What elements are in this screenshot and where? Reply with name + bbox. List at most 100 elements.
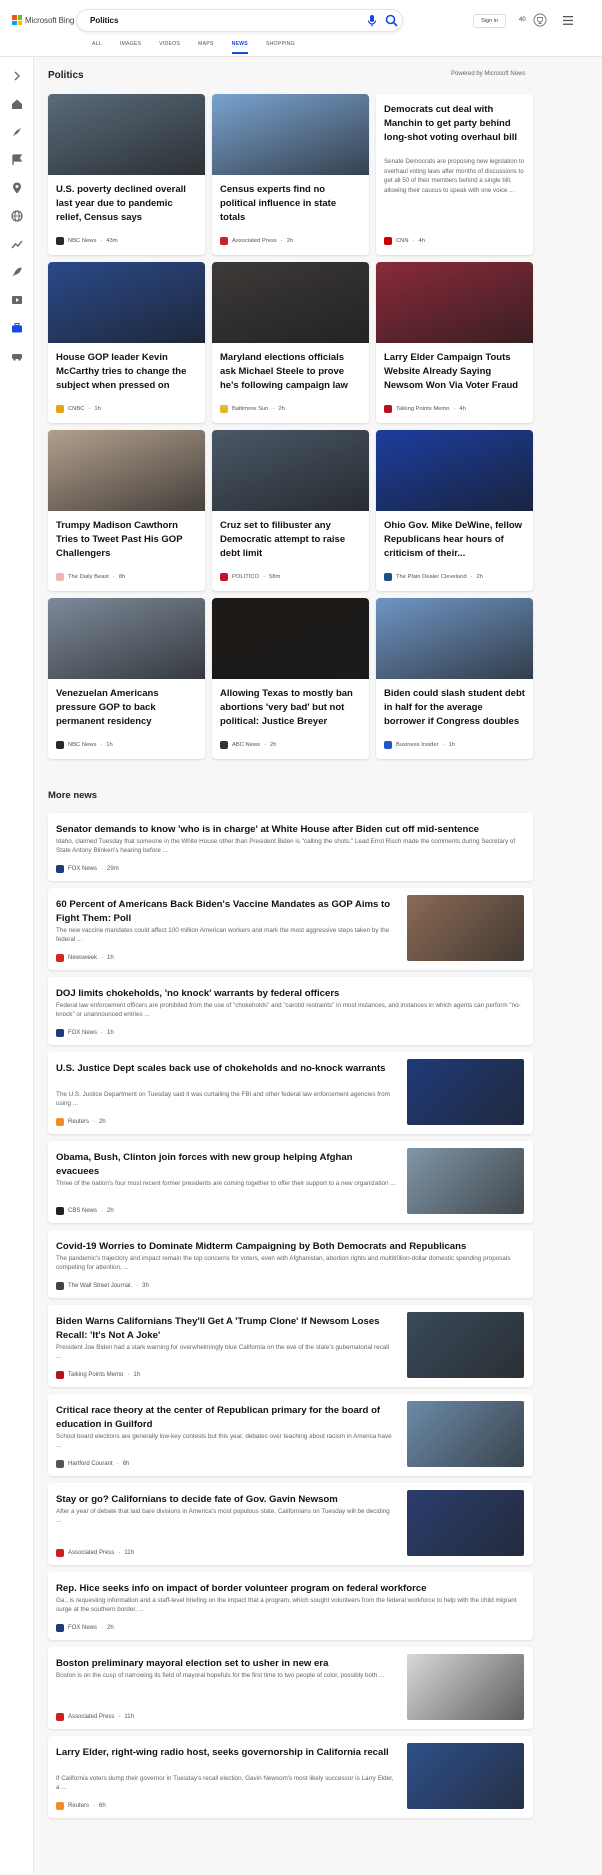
news-card-title[interactable]: Biden could slash student debt in half f… <box>384 687 526 729</box>
home-icon[interactable] <box>10 97 24 111</box>
news-list-item[interactable]: Critical race theory at the center of Re… <box>48 1394 533 1476</box>
news-list-item[interactable]: Boston preliminary mayoral election set … <box>48 1647 533 1729</box>
news-list-item[interactable]: Stay or go? Californians to decide fate … <box>48 1483 533 1565</box>
news-source[interactable]: Talking Points Memo <box>68 1372 123 1378</box>
news-card[interactable]: U.S. poverty declined overall last year … <box>48 94 205 255</box>
news-card-image[interactable] <box>212 94 369 175</box>
news-list-title[interactable]: Biden Warns Californians They'll Get A '… <box>56 1315 396 1342</box>
news-card-image[interactable] <box>48 598 205 679</box>
news-card-title[interactable]: Ohio Gov. Mike DeWine, fellow Republican… <box>384 519 526 561</box>
news-card-image[interactable] <box>376 598 533 679</box>
news-list-item[interactable]: U.S. Justice Dept scales back use of cho… <box>48 1052 533 1134</box>
news-source[interactable]: Newsweek <box>68 955 97 961</box>
news-card-image[interactable] <box>376 430 533 511</box>
news-source[interactable]: CNBC <box>68 406 84 412</box>
news-list-item[interactable]: Obama, Bush, Clinton join forces with ne… <box>48 1141 533 1223</box>
video-icon[interactable] <box>10 293 24 307</box>
news-list-item[interactable]: Biden Warns Californians They'll Get A '… <box>48 1305 533 1387</box>
news-card[interactable]: Venezuelan Americans pressure GOP to bac… <box>48 598 205 759</box>
news-list-title[interactable]: Stay or go? Californians to decide fate … <box>56 1493 396 1507</box>
news-card[interactable]: Biden could slash student debt in half f… <box>376 598 533 759</box>
news-card-title[interactable]: U.S. poverty declined overall last year … <box>56 183 198 225</box>
location-icon[interactable] <box>10 181 24 195</box>
news-list-item[interactable]: Rep. Hice seeks info on impact of border… <box>48 1572 533 1640</box>
news-card[interactable]: Ohio Gov. Mike DeWine, fellow Republican… <box>376 430 533 591</box>
globe-icon[interactable] <box>10 209 24 223</box>
news-list-item[interactable]: Covid-19 Worries to Dominate Midterm Cam… <box>48 1230 533 1298</box>
news-list-item[interactable]: Senator demands to know 'who is in charg… <box>48 813 533 881</box>
news-card-title[interactable]: Trumpy Madison Cawthorn Tries to Tweet P… <box>56 519 198 561</box>
news-card-image[interactable] <box>48 430 205 511</box>
news-thumbnail[interactable] <box>407 1148 524 1214</box>
news-list-title[interactable]: Critical race theory at the center of Re… <box>56 1404 396 1431</box>
news-source[interactable]: FOX News <box>68 1625 97 1631</box>
rewards-points[interactable]: 40 <box>519 17 526 23</box>
news-source[interactable]: Hartford Courant <box>68 1461 113 1467</box>
news-list-item[interactable]: 60 Percent of Americans Back Biden's Vac… <box>48 888 533 970</box>
news-thumbnail[interactable] <box>407 1401 524 1467</box>
news-thumbnail[interactable] <box>407 1743 524 1809</box>
powered-by-label[interactable]: Powered by Microsoft News <box>451 71 525 77</box>
tab-maps[interactable]: MAPS <box>198 41 214 54</box>
news-source[interactable]: Reuters <box>68 1803 89 1809</box>
news-list-title[interactable]: DOJ limits chokeholds, 'no knock' warran… <box>56 987 526 1001</box>
news-source[interactable]: Associated Press <box>68 1714 114 1720</box>
news-source[interactable]: NBC News <box>68 742 96 748</box>
news-card[interactable]: Trumpy Madison Cawthorn Tries to Tweet P… <box>48 430 205 591</box>
news-card-image[interactable] <box>48 94 205 175</box>
news-list-title[interactable]: U.S. Justice Dept scales back use of cho… <box>56 1062 396 1076</box>
tab-news[interactable]: NEWS <box>231 41 248 54</box>
sign-in-button[interactable]: Sign in <box>473 14 506 28</box>
news-card-image[interactable] <box>212 262 369 343</box>
news-card-image[interactable] <box>376 262 533 343</box>
tab-videos[interactable]: VIDEOS <box>159 41 180 54</box>
news-card[interactable]: Allowing Texas to mostly ban abortions '… <box>212 598 369 759</box>
tab-all[interactable]: ALL <box>92 41 102 54</box>
news-source[interactable]: The Wall Street Journal. <box>68 1283 132 1289</box>
briefcase-icon[interactable] <box>10 321 24 335</box>
news-source[interactable]: Associated Press <box>68 1550 114 1556</box>
news-source[interactable]: ABC News <box>232 742 260 748</box>
news-card-title[interactable]: Larry Elder Campaign Touts Website Alrea… <box>384 351 526 393</box>
news-card[interactable]: Cruz set to filibuster any Democratic at… <box>212 430 369 591</box>
news-source[interactable]: Business Insider <box>396 742 439 748</box>
search-query[interactable]: Politics <box>90 16 118 25</box>
tab-images[interactable]: IMAGES <box>120 41 141 54</box>
news-list-title[interactable]: Senator demands to know 'who is in charg… <box>56 823 526 837</box>
discover-icon[interactable] <box>10 125 24 139</box>
news-source[interactable]: Baltimore Sun <box>232 406 268 412</box>
news-card-title[interactable]: Democrats cut deal with Manchin to get p… <box>384 103 526 145</box>
news-source[interactable]: NBC News <box>68 238 96 244</box>
news-card-title[interactable]: House GOP leader Kevin McCarthy tries to… <box>56 351 198 393</box>
news-source[interactable]: FOX News <box>68 866 97 872</box>
news-card-title[interactable]: Census experts find no political influen… <box>220 183 362 225</box>
news-thumbnail[interactable] <box>407 1312 524 1378</box>
search-input[interactable]: Politics <box>76 9 403 32</box>
bing-logo[interactable]: Microsoft Bing <box>12 15 74 25</box>
news-card[interactable]: Democrats cut deal with Manchin to get p… <box>376 94 533 255</box>
microphone-icon[interactable] <box>366 14 378 28</box>
flag-icon[interactable] <box>10 153 24 167</box>
collapse-icon[interactable] <box>10 69 24 83</box>
news-source[interactable]: The Plain Dealer Cleveland <box>396 574 467 580</box>
news-source[interactable]: The Daily Beast <box>68 574 109 580</box>
news-card-title[interactable]: Cruz set to filibuster any Democratic at… <box>220 519 362 561</box>
car-icon[interactable] <box>10 349 24 363</box>
news-source[interactable]: CNN <box>396 238 409 244</box>
news-card[interactable]: Larry Elder Campaign Touts Website Alrea… <box>376 262 533 423</box>
news-card[interactable]: Census experts find no political influen… <box>212 94 369 255</box>
news-thumbnail[interactable] <box>407 1490 524 1556</box>
news-list-title[interactable]: Obama, Bush, Clinton join forces with ne… <box>56 1151 396 1178</box>
news-source[interactable]: Reuters <box>68 1119 89 1125</box>
news-card-image[interactable] <box>212 430 369 511</box>
news-list-title[interactable]: Larry Elder, right-wing radio host, seek… <box>56 1746 396 1760</box>
news-thumbnail[interactable] <box>407 1654 524 1720</box>
news-source[interactable]: FOX News <box>68 1030 97 1036</box>
news-source[interactable]: Talking Points Memo <box>396 406 449 412</box>
tab-shopping[interactable]: SHOPPING <box>266 41 295 54</box>
news-list-title[interactable]: Covid-19 Worries to Dominate Midterm Cam… <box>56 1240 526 1254</box>
news-source[interactable]: Associated Press <box>232 238 277 244</box>
rocket-icon[interactable] <box>10 265 24 279</box>
search-icon[interactable] <box>385 14 398 27</box>
news-thumbnail[interactable] <box>407 1059 524 1125</box>
